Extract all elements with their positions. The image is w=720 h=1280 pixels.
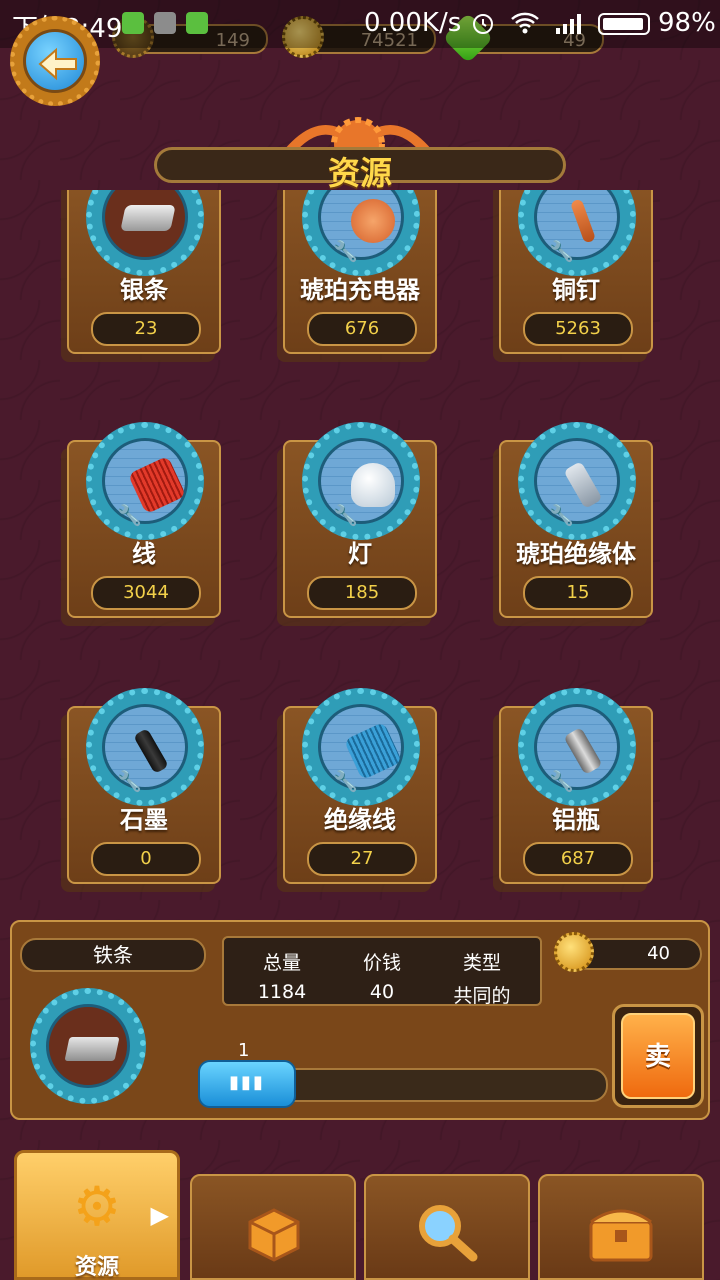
wrench-icon: 🔧 (117, 503, 142, 527)
resource-name: 石墨 (120, 806, 168, 834)
stat-total-label: 总量 (262, 952, 301, 974)
gold-coin-icon (554, 932, 594, 972)
dice-icon (248, 1208, 300, 1262)
silver-bar-icon (86, 190, 204, 276)
resource-card[interactable]: 🔧 线 3044 (67, 422, 221, 618)
app-notification-icon (154, 12, 176, 34)
quantity-value: 1 (238, 1040, 250, 1061)
wrench-icon: 🔧 (549, 239, 574, 263)
resource-name: 灯 (348, 540, 372, 568)
tab-dice[interactable] (190, 1174, 356, 1280)
play-arrow-icon: ▶ (150, 1201, 169, 1229)
thread-spool-icon: 🔧 (86, 422, 204, 540)
wrench-icon: 🔧 (549, 503, 574, 527)
resource-name: 铜钉 (552, 276, 600, 304)
stat-type: 类型 共同的 (432, 948, 532, 1008)
tab-search[interactable] (364, 1174, 530, 1280)
resource-name: 银条 (120, 276, 168, 304)
resource-count: 23 (91, 312, 201, 346)
android-icon (186, 12, 208, 34)
signal-icon (556, 14, 581, 34)
stat-type-value: 共同的 (453, 985, 511, 1007)
battery-percent: 98% (658, 8, 716, 38)
copper-nail-icon: 🔧 (518, 190, 636, 276)
resource-card[interactable]: 🔧 琥珀绝缘体 15 (499, 422, 653, 618)
tab-chest[interactable] (538, 1174, 704, 1280)
wrench-icon: 🔧 (549, 769, 574, 793)
resource-count: 3044 (91, 576, 201, 610)
stat-price-label: 价钱 (362, 952, 401, 974)
aluminum-bottle-icon: 🔧 (518, 688, 636, 806)
amber-insulator-icon: 🔧 (518, 422, 636, 540)
magnifier-icon (419, 1205, 478, 1262)
graphite-icon: 🔧 (86, 688, 204, 806)
page-title: 资源 (154, 147, 566, 192)
resource-card[interactable]: 🔧 石墨 0 (67, 688, 221, 884)
resource-card[interactable]: 🔧 铝瓶 687 (499, 688, 653, 884)
wrench-icon: 🔧 (333, 503, 358, 527)
resource-grid: 银条 23 🔧 琥珀充电器 676 🔧 铜钉 5263 🔧 线 3044 🔧 灯… (0, 190, 720, 910)
resource-card[interactable]: 🔧 琥珀充电器 676 (283, 190, 437, 354)
resource-card[interactable]: 🔧 灯 185 (283, 422, 437, 618)
insulated-wire-icon: 🔧 (302, 688, 420, 806)
wrench-icon: 🔧 (333, 769, 358, 793)
resource-count: 5263 (523, 312, 633, 346)
resource-count: 0 (91, 842, 201, 876)
resource-stats: 总量 1184 价钱 40 类型 共同的 (222, 936, 542, 1008)
resource-name: 琥珀绝缘体 (516, 540, 636, 568)
stat-total-value: 1184 (257, 981, 307, 1003)
resource-name: 绝缘线 (324, 806, 396, 834)
tab-resources[interactable]: ⚙ ▶ 资源 (14, 1150, 180, 1280)
resource-count: 676 (307, 312, 417, 346)
resource-count: 185 (307, 576, 417, 610)
iron-bar-icon (30, 988, 146, 1104)
wrench-icon: 🔧 (333, 239, 358, 263)
battery-icon (598, 13, 650, 35)
wrench-icon: 🔧 (117, 769, 142, 793)
arrow-left-icon (38, 47, 77, 81)
chest-icon (589, 1209, 653, 1262)
resource-name: 线 (132, 540, 156, 568)
selected-resource-panel: 铁条 总量 1184 价钱 40 类型 共同的 40 1 ▮▮▮ 卖 (10, 920, 710, 1120)
sell-button-label: 卖 (621, 1013, 695, 1099)
resource-card[interactable]: 银条 23 (67, 190, 221, 354)
app-notification-icon (122, 12, 144, 34)
tab-resources-label: 资源 (74, 1255, 119, 1280)
back-button[interactable] (10, 16, 100, 106)
resource-name: 铝瓶 (552, 806, 600, 834)
sell-price-value: 40 (647, 943, 670, 964)
stat-type-label: 类型 (462, 952, 501, 974)
resource-name: 琥珀充电器 (300, 276, 420, 304)
lamp-bulb-icon: 🔧 (302, 422, 420, 540)
resource-card[interactable]: 🔧 铜钉 5263 (499, 190, 653, 354)
stat-total: 总量 1184 (232, 948, 332, 1003)
resource-count: 27 (307, 842, 417, 876)
quantity-slider-handle[interactable]: ▮▮▮ (198, 1060, 296, 1108)
network-speed: 0.00K/s (364, 8, 462, 38)
resource-card[interactable]: 🔧 绝缘线 27 (283, 688, 437, 884)
stat-price-value: 40 (369, 981, 395, 1003)
amber-charger-icon: 🔧 (302, 190, 420, 276)
selected-resource-name: 铁条 (20, 938, 206, 972)
resource-count: 687 (523, 842, 633, 876)
stat-price: 价钱 40 (332, 948, 432, 1003)
status-bar: 下午3:49 0.00K/s 98% (0, 0, 720, 48)
gear-icon: ⚙ (72, 1175, 122, 1238)
wifi-icon (511, 12, 539, 34)
alarm-icon (473, 14, 493, 34)
sell-button[interactable]: 卖 (612, 1004, 704, 1108)
resource-count: 15 (523, 576, 633, 610)
